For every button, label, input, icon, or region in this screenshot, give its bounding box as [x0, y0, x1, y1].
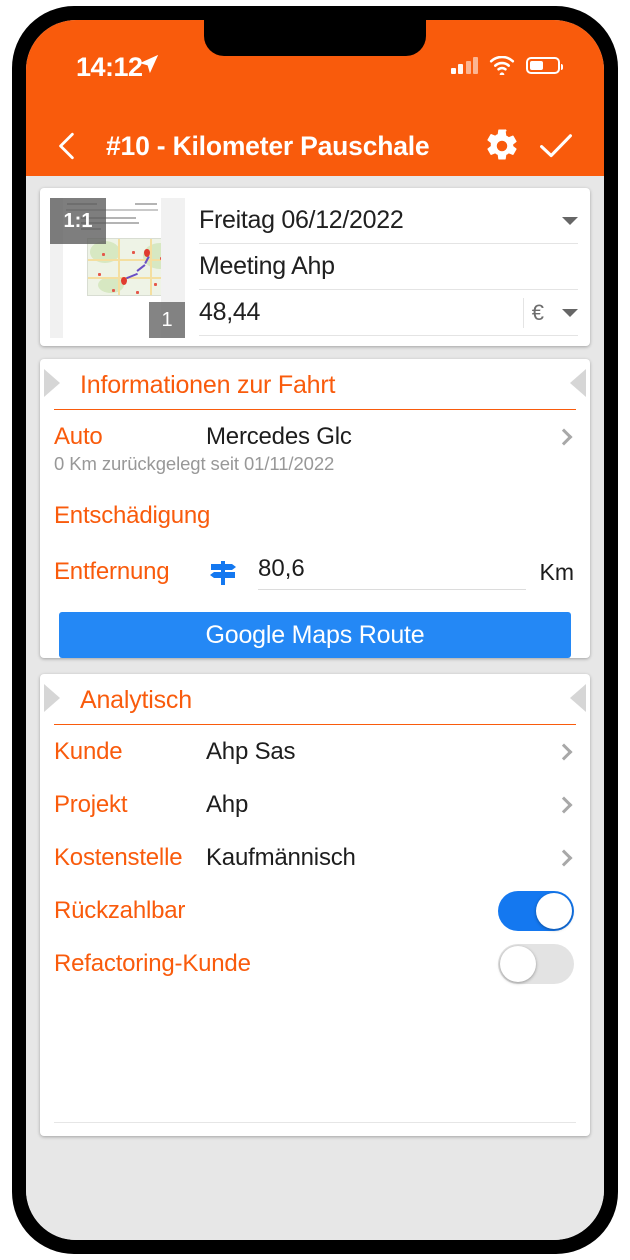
field-divider: [522, 297, 524, 328]
app-header: #10 - Kilometer Pauschale: [26, 116, 604, 176]
row-label-compensation: Entschädigung: [54, 501, 211, 529]
triangle-left-decoration: [44, 369, 60, 397]
wifi-icon: [489, 56, 515, 75]
row-compensation[interactable]: Entschädigung: [40, 489, 590, 542]
trip-info-card: Informationen zur Fahrt Auto Mercedes Gl…: [40, 359, 590, 658]
date-value: Freitag 06/12/2022: [199, 206, 404, 234]
toggle-refactoring-kunde[interactable]: [498, 943, 574, 984]
analytics-card: Analytisch Kunde Ahp Sas Projekt Ahp Kos…: [40, 674, 590, 1136]
mileage-note: 0 Km zurückgelegt seit 01/11/2022: [54, 453, 335, 474]
card-footer-divider: [54, 1122, 576, 1136]
row-label-projekt: Projekt: [54, 790, 128, 818]
distance-unit: Km: [539, 558, 575, 585]
row-projekt[interactable]: Projekt Ahp: [40, 778, 590, 831]
row-label-kostenstelle: Kostenstelle: [54, 843, 183, 871]
row-value-auto: Mercedes Glc: [206, 422, 352, 450]
amount-value: 48,44: [199, 298, 261, 326]
chevron-down-icon[interactable]: [562, 216, 578, 225]
row-label-rueckzahlbar: Rückzahlbar: [54, 896, 186, 924]
summary-fields: Freitag 06/12/2022 Meeting Ahp 48,44 €: [185, 198, 578, 338]
chevron-right-icon[interactable]: [555, 849, 573, 866]
distance-value: 80,6: [258, 554, 305, 582]
status-bar: 14:12: [26, 20, 604, 116]
analytics-section-title: Analytisch: [80, 686, 192, 714]
route-map-image: [87, 238, 161, 296]
phone-notch: [204, 20, 426, 56]
page-number-badge: 1: [149, 302, 185, 338]
chevron-right-icon[interactable]: [555, 428, 573, 445]
chevron-right-icon[interactable]: [555, 796, 573, 813]
row-label-refactoring-kunde: Refactoring-Kunde: [54, 949, 251, 977]
triangle-right-decoration: [570, 684, 586, 712]
row-label-auto: Auto: [54, 422, 103, 450]
distance-input[interactable]: 80,6: [258, 555, 526, 590]
row-refactoring-kunde[interactable]: Refactoring-Kunde: [40, 937, 590, 990]
status-bar-indicators: [450, 56, 563, 75]
chevron-down-icon[interactable]: [562, 308, 578, 317]
description-field-row[interactable]: Meeting Ahp: [199, 244, 578, 290]
triangle-right-decoration: [570, 369, 586, 397]
row-kunde[interactable]: Kunde Ahp Sas: [40, 725, 590, 778]
amount-field-row[interactable]: 48,44 €: [199, 290, 578, 336]
row-rueckzahlbar[interactable]: Rückzahlbar: [40, 884, 590, 937]
chevron-left-icon[interactable]: [54, 131, 80, 161]
trip-section-title: Informationen zur Fahrt: [80, 371, 336, 399]
page-title: #10 - Kilometer Pauschale: [106, 130, 430, 161]
gear-icon[interactable]: [484, 128, 520, 164]
card-empty-space: [40, 990, 590, 1122]
row-label-kunde: Kunde: [54, 737, 123, 765]
toggle-rueckzahlbar[interactable]: [498, 890, 574, 931]
chevron-right-icon[interactable]: [555, 743, 573, 760]
row-value-projekt: Ahp: [206, 790, 249, 818]
row-value-kunde: Ahp Sas: [206, 737, 296, 765]
cellular-signal-icon: [450, 57, 478, 74]
row-distance[interactable]: Entfernung 80,6 Km: [40, 542, 590, 602]
description-value: Meeting Ahp: [199, 252, 335, 280]
row-value-kostenstelle: Kaufmännisch: [206, 843, 356, 871]
content-scroll-area[interactable]: 1:1 1 Freitag 06/12/2022 Meeting Ahp 48,…: [26, 176, 604, 1240]
document-map-thumbnail[interactable]: 1:1 1: [50, 198, 185, 338]
google-maps-route-button[interactable]: Google Maps Route: [59, 612, 571, 658]
trip-section-header: Informationen zur Fahrt: [44, 359, 586, 410]
signpost-icon: [210, 561, 236, 585]
analytics-section-header: Analytisch: [44, 674, 586, 725]
phone-frame: 14:12 #10 - Kilometer Pauschale 1:1 1 Fr…: [12, 6, 618, 1254]
row-kostenstelle[interactable]: Kostenstelle Kaufmännisch: [40, 831, 590, 884]
summary-card: 1:1 1 Freitag 06/12/2022 Meeting Ahp 48,…: [40, 188, 590, 346]
row-label-distance: Entfernung: [54, 558, 170, 585]
phone-screen: 14:12 #10 - Kilometer Pauschale 1:1 1 Fr…: [26, 20, 604, 1240]
currency-symbol: €: [531, 299, 544, 325]
date-field-row[interactable]: Freitag 06/12/2022: [199, 198, 578, 244]
ratio-badge: 1:1: [50, 198, 106, 244]
battery-icon: [526, 57, 563, 74]
location-arrow-icon: [139, 54, 159, 74]
status-bar-time: 14:12: [76, 52, 143, 82]
check-icon[interactable]: [538, 131, 574, 161]
triangle-left-decoration: [44, 684, 60, 712]
